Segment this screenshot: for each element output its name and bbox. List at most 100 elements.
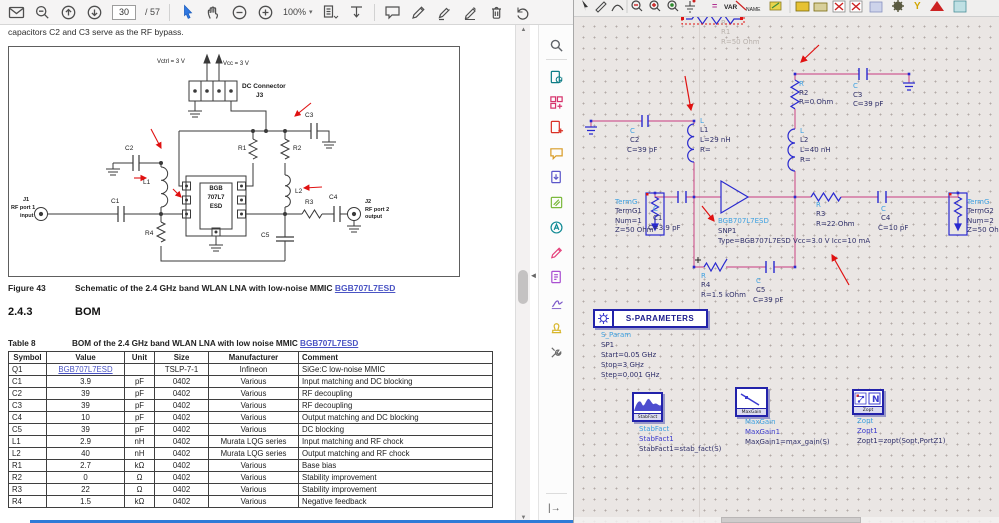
next-page-icon[interactable] [86, 4, 103, 21]
zopt-expression[interactable]: Zopt1=zopt(Sopt,PortZ1) [857, 437, 945, 445]
stabfact-block[interactable]: StabFact [632, 392, 663, 422]
fill-and-sign-icon[interactable] [549, 295, 564, 310]
zoom-out-tool-icon[interactable] [34, 4, 51, 21]
c3-type-label[interactable]: C [853, 82, 858, 90]
ads-horizontal-scrollbar[interactable] [574, 517, 999, 523]
zoom-level-select[interactable]: 100% ▾ [283, 7, 313, 17]
stabfact-expression[interactable]: StabFact1=stab_fact(S) [639, 445, 721, 453]
term2-num-label[interactable]: Num=2 [967, 217, 994, 225]
term1-name-label[interactable]: TermG1 [615, 207, 642, 215]
l2-r-label[interactable]: R= [800, 156, 811, 164]
c4-value-label[interactable]: C=10 pF [878, 224, 908, 232]
pdf-services-icon[interactable] [549, 220, 564, 235]
figure-caption-link[interactable]: BGB707L7ESD [335, 283, 395, 293]
organize-pages-icon[interactable] [549, 95, 564, 110]
c5-value-label[interactable]: C=39 pF [753, 296, 783, 304]
snp1-type-label[interactable]: BGB707L7ESD [718, 217, 769, 225]
comment-tool-icon[interactable] [549, 146, 564, 161]
l1-type-label[interactable]: L [700, 117, 704, 125]
stabfact-type-label[interactable]: StabFact [639, 425, 669, 433]
maxgain-type-label[interactable]: MaxGain [745, 418, 776, 426]
c5-type-label[interactable]: C [756, 277, 761, 285]
c2-name-label[interactable]: C2 [630, 136, 639, 144]
combine-files-icon[interactable] [549, 170, 564, 185]
hand-tool-icon[interactable] [205, 4, 222, 21]
s-parameters-controller[interactable]: S-PARAMETERS [593, 309, 708, 328]
table-caption-link[interactable]: BGB707L7ESD [300, 339, 358, 348]
stamp-icon[interactable] [549, 320, 564, 335]
previous-page-icon[interactable] [60, 4, 77, 21]
term2-name-label[interactable]: TermG2 [967, 207, 994, 215]
c1-type-label[interactable]: C [653, 205, 658, 213]
zoom-out-icon[interactable] [231, 4, 248, 21]
ghost-value-label[interactable]: R=50 Ohm [721, 38, 760, 46]
document-scrollbar[interactable]: ▲ ▼ [515, 25, 530, 523]
r4-name-label[interactable]: R4 [701, 281, 710, 289]
c2-value-label[interactable]: C=39 pF [627, 146, 657, 154]
sparam-name-label[interactable]: SP1 [601, 341, 614, 349]
ads-toolbar-icons[interactable] [574, 0, 999, 17]
page-number-input[interactable]: 30 [112, 4, 136, 20]
l1-value-label[interactable]: L=29 nH [700, 136, 731, 144]
c3-value-label[interactable]: C=39 pF [853, 100, 883, 108]
scroll-mode-icon[interactable] [348, 4, 365, 21]
wire-name-tool-label[interactable]: NAME [746, 7, 760, 13]
zopt-type-label[interactable]: Zopt [857, 417, 873, 425]
page-view-icon[interactable] [322, 4, 339, 21]
c4-type-label[interactable]: C [881, 205, 886, 213]
term1-num-label[interactable]: Num=1 [615, 217, 642, 225]
search-icon[interactable] [549, 38, 564, 53]
term2-z-label[interactable]: Z=50 Ohm [967, 226, 999, 234]
c4-name-label[interactable]: C4 [881, 214, 890, 222]
maxgain-name-label[interactable]: MaxGain1 [745, 428, 780, 436]
l1-r-label[interactable]: R= [700, 146, 711, 154]
maxgain-expression[interactable]: MaxGain1=max_gain(S) [745, 438, 830, 446]
c3-name-label[interactable]: C3 [853, 91, 862, 99]
r4-type-label[interactable]: R [701, 272, 706, 280]
sparam-step-label[interactable]: Step=0.001 GHz [601, 371, 659, 379]
c1-value-label[interactable]: C=3.9 pF [648, 224, 681, 232]
l1-name-label[interactable]: L1 [700, 126, 708, 134]
undo-icon[interactable] [514, 4, 531, 21]
schematic-canvas[interactable]: R R1 R=50 Ohm R R2 R=0 Ohm C C3 C=39 pF … [574, 17, 999, 523]
snp1-value-label[interactable]: Type=BGB707L7ESD Vcc=3.0 V Icc=10 mA [718, 237, 870, 245]
select-tool-icon[interactable] [179, 4, 196, 21]
var-tool-label[interactable]: VAR [724, 4, 737, 11]
more-tools-icon[interactable] [549, 345, 564, 360]
l2-type-label[interactable]: L [800, 127, 804, 135]
scroll-up-arrow[interactable]: ▲ [516, 27, 531, 33]
r2-value-label[interactable]: R=0 Ohm [799, 98, 833, 106]
zopt-name-label[interactable]: Zopt1 [857, 427, 878, 435]
r3-name-label[interactable]: R3 [816, 210, 825, 218]
r4-value-label[interactable]: R=1.5 kOhm [701, 291, 746, 299]
panel-collapse-arrow[interactable]: ◄ [529, 266, 538, 286]
y-parameters-icon[interactable]: Y [914, 1, 921, 12]
maxgain-block[interactable]: MaxGain [735, 387, 768, 417]
components[interactable] [585, 17, 968, 273]
trash-icon[interactable] [488, 4, 505, 21]
expand-tools-pane-icon[interactable]: |→ [548, 503, 561, 514]
ads-hscroll-thumb[interactable] [721, 517, 861, 523]
snp1-name-label[interactable]: SNP1 [718, 227, 736, 235]
part-number-link[interactable]: BGB707L7ESD [58, 365, 112, 374]
ghost-name-label[interactable]: R1 [721, 28, 730, 36]
term2-type-label[interactable]: TermG [967, 198, 989, 206]
r3-type-label[interactable]: R [816, 201, 821, 209]
create-pdf-icon[interactable] [549, 120, 564, 135]
zopt-block[interactable]: N Zopt [852, 389, 884, 415]
l2-value-label[interactable]: L=40 nH [800, 146, 831, 154]
r3-value-label[interactable]: R=22 Ohm [816, 220, 855, 228]
stabfact-name-label[interactable]: StabFact1 [639, 435, 674, 443]
export-pdf-icon[interactable] [549, 70, 564, 85]
scrollbar-thumb[interactable] [518, 270, 528, 304]
scan-ocr-icon[interactable] [549, 195, 564, 210]
zoom-in-icon[interactable] [257, 4, 274, 21]
c5-name-label[interactable]: C5 [756, 286, 765, 294]
request-signature-icon[interactable] [549, 270, 564, 285]
edit-pdf-icon[interactable] [549, 245, 564, 260]
l2-name-label[interactable]: L2 [800, 136, 808, 144]
ghost-type-label[interactable]: R [721, 19, 726, 27]
fill-sign-icon[interactable] [462, 4, 479, 21]
c2-type-label[interactable]: C [630, 127, 635, 135]
var-equals-icon[interactable]: = [712, 1, 717, 11]
